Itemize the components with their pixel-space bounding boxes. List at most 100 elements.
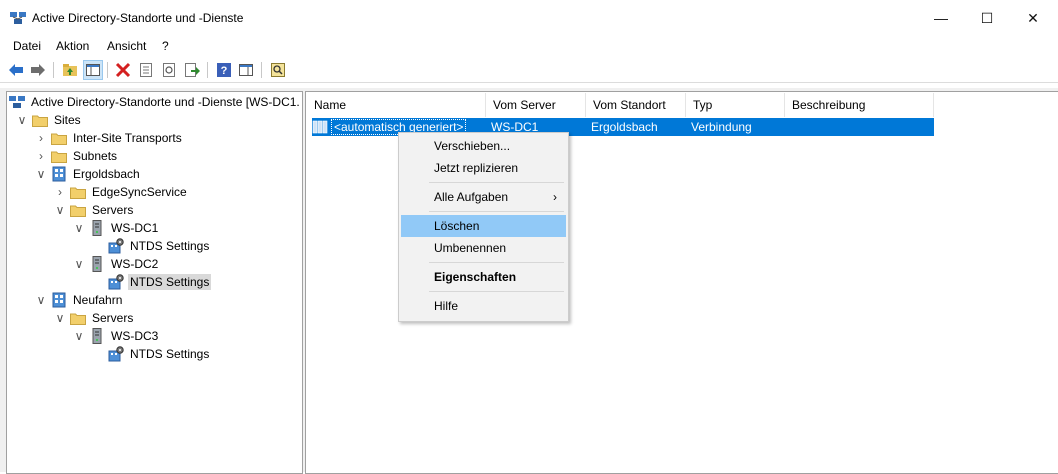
close-button[interactable]: ✕ bbox=[1010, 0, 1056, 36]
toolbar: ? bbox=[0, 58, 1058, 83]
chevron-down-icon[interactable]: ∨ bbox=[15, 113, 29, 127]
tree-node[interactable]: NTDS Settings bbox=[91, 237, 211, 255]
chevron-down-icon[interactable]: ∨ bbox=[72, 329, 86, 343]
tree-node[interactable]: ∨ Ergoldsbach bbox=[34, 165, 142, 183]
menu-item-label: Eigenschaften bbox=[434, 270, 517, 284]
server-icon bbox=[89, 328, 105, 344]
title-bar: Active Directory-Standorte und -Dienste … bbox=[0, 0, 1058, 36]
ntds-icon bbox=[108, 238, 124, 254]
tree-node[interactable]: NTDS Settings bbox=[91, 345, 211, 363]
show-tree-icon[interactable] bbox=[83, 60, 103, 80]
menu-item-label: Jetzt replizieren bbox=[434, 161, 519, 175]
chevron-down-icon[interactable]: ∨ bbox=[72, 257, 86, 271]
menu-datei[interactable]: Datei bbox=[13, 39, 41, 53]
minimize-button[interactable]: — bbox=[918, 0, 964, 36]
menu-item-alle-aufgaben[interactable]: Alle Aufgaben › bbox=[401, 186, 566, 208]
column-header-beschreibung[interactable]: Beschreibung bbox=[785, 93, 934, 117]
tree-node[interactable]: Active Directory-Standorte und -Dienste … bbox=[9, 93, 302, 111]
forward-icon[interactable] bbox=[29, 61, 47, 79]
menu-item-label: Verschieben... bbox=[434, 139, 511, 153]
svg-text:?: ? bbox=[221, 65, 228, 77]
back-icon[interactable] bbox=[7, 61, 25, 79]
folder-icon bbox=[51, 148, 67, 164]
menu-item-verschieben[interactable]: Verschieben... bbox=[401, 135, 566, 157]
menu-item-jetzt-replizieren[interactable]: Jetzt replizieren bbox=[401, 157, 566, 179]
context-menu: Verschieben... Jetzt replizieren Alle Au… bbox=[398, 132, 569, 322]
folder-icon bbox=[51, 130, 67, 146]
tree-node[interactable]: NTDS Settings bbox=[91, 273, 212, 291]
chevron-right-icon[interactable]: › bbox=[34, 149, 48, 163]
tree-node[interactable]: ∨ Servers bbox=[53, 309, 135, 327]
tree-node-label: Servers bbox=[92, 203, 134, 217]
menu-item-label: Hilfe bbox=[434, 299, 459, 313]
show-pane-icon[interactable] bbox=[237, 61, 255, 79]
folder-icon bbox=[70, 184, 86, 200]
tree-node-label: NTDS Settings bbox=[130, 347, 210, 361]
tree-node-label: NTDS Settings bbox=[130, 239, 210, 253]
find-icon[interactable] bbox=[269, 61, 287, 79]
tree-node-label: WS-DC1 bbox=[111, 221, 159, 235]
tree-node-label: Inter-Site Transports bbox=[73, 131, 182, 145]
chevron-down-icon[interactable]: ∨ bbox=[34, 167, 48, 181]
window-title: Active Directory-Standorte und -Dienste bbox=[32, 11, 244, 25]
chevron-down-icon[interactable]: ∨ bbox=[72, 221, 86, 235]
column-header-name[interactable]: Name bbox=[307, 93, 486, 117]
ntds-icon bbox=[108, 274, 124, 290]
tree-node[interactable]: ∨ WS-DC1 bbox=[72, 219, 160, 237]
ad-sites-icon bbox=[9, 94, 25, 110]
no-expander bbox=[91, 347, 105, 361]
site-icon bbox=[51, 166, 67, 182]
ad-sites-app-icon bbox=[10, 11, 26, 25]
menu-item-eigenschaften[interactable]: Eigenschaften bbox=[401, 266, 566, 288]
column-header-typ[interactable]: Typ bbox=[686, 93, 785, 117]
tree-node-label: WS-DC2 bbox=[111, 257, 159, 271]
tree-node-label: Servers bbox=[92, 311, 134, 325]
menu-help[interactable]: ? bbox=[162, 39, 169, 53]
cell-type: Verbindung bbox=[691, 120, 752, 134]
chevron-right-icon: › bbox=[553, 190, 557, 204]
connection-icon bbox=[312, 119, 328, 138]
folder-icon bbox=[70, 310, 86, 326]
menu-item-hilfe[interactable]: Hilfe bbox=[401, 295, 566, 317]
tree-node[interactable]: ∨ WS-DC3 bbox=[72, 327, 160, 345]
server-icon bbox=[89, 256, 105, 272]
help-icon[interactable]: ? bbox=[215, 61, 233, 79]
tree-node[interactable]: › EdgeSyncService bbox=[53, 183, 189, 201]
refresh-icon[interactable] bbox=[160, 61, 178, 79]
menu-item-loeschen[interactable]: Löschen bbox=[401, 215, 566, 237]
properties-icon[interactable] bbox=[137, 61, 155, 79]
tree-node-label: Ergoldsbach bbox=[73, 167, 140, 181]
menu-ansicht[interactable]: Ansicht bbox=[107, 39, 146, 53]
server-icon bbox=[89, 220, 105, 236]
maximize-button[interactable]: ☐ bbox=[964, 0, 1010, 36]
tree-node[interactable]: ∨ Neufahrn bbox=[34, 291, 124, 309]
column-header-vom-server[interactable]: Vom Server bbox=[486, 93, 586, 117]
chevron-down-icon[interactable]: ∨ bbox=[53, 311, 67, 325]
export-icon[interactable] bbox=[183, 61, 201, 79]
tree-node-label: WS-DC3 bbox=[111, 329, 159, 343]
menu-bar: Datei Aktion Ansicht ? bbox=[0, 36, 1058, 56]
tree-node[interactable]: › Inter-Site Transports bbox=[34, 129, 184, 147]
site-icon bbox=[51, 292, 67, 308]
tree-node[interactable]: ∨ Sites bbox=[15, 111, 83, 129]
menu-aktion[interactable]: Aktion bbox=[56, 39, 89, 53]
cell-site: Ergoldsbach bbox=[591, 120, 658, 134]
delete-icon[interactable] bbox=[114, 61, 132, 79]
chevron-right-icon[interactable]: › bbox=[53, 185, 67, 199]
no-expander bbox=[91, 239, 105, 253]
tree-node[interactable]: ∨ WS-DC2 bbox=[72, 255, 160, 273]
chevron-down-icon[interactable]: ∨ bbox=[34, 293, 48, 307]
folder-icon bbox=[70, 202, 86, 218]
no-expander bbox=[91, 275, 105, 289]
chevron-down-icon[interactable]: ∨ bbox=[53, 203, 67, 217]
column-header-vom-standort[interactable]: Vom Standort bbox=[586, 93, 686, 117]
tree-pane[interactable]: Active Directory-Standorte und -Dienste … bbox=[6, 91, 303, 474]
tree-node-label: Neufahrn bbox=[73, 293, 123, 307]
menu-item-label: Löschen bbox=[434, 219, 480, 233]
tree-node[interactable]: › Subnets bbox=[34, 147, 119, 165]
tree-node-label: Active Directory-Standorte und -Dienste … bbox=[31, 95, 300, 109]
chevron-right-icon[interactable]: › bbox=[34, 131, 48, 145]
tree-node[interactable]: ∨ Servers bbox=[53, 201, 135, 219]
up-folder-icon[interactable] bbox=[61, 61, 79, 79]
menu-item-umbenennen[interactable]: Umbenennen bbox=[401, 237, 566, 259]
